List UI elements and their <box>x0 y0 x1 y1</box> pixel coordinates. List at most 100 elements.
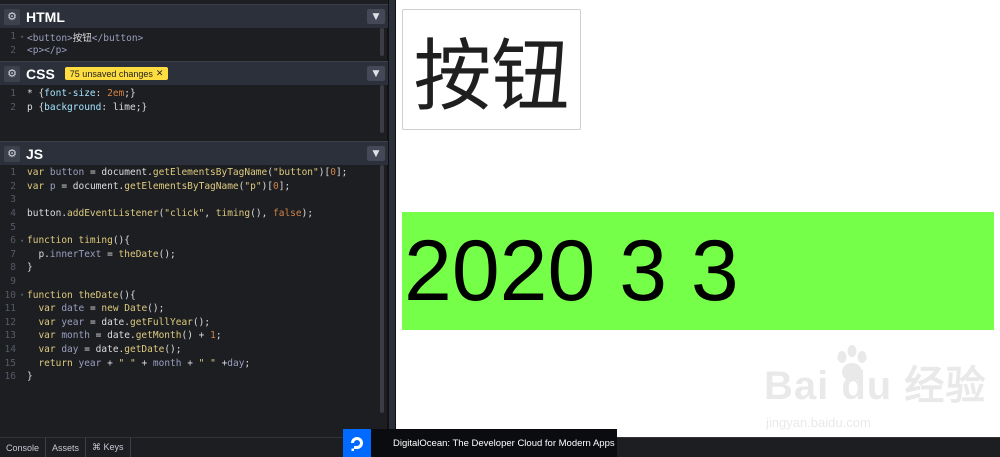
code-token: day <box>61 344 79 356</box>
unsaved-changes-badge[interactable]: 75 unsaved changes ✕ <box>64 67 169 80</box>
code-token: function <box>27 289 79 301</box>
code-token: (); <box>158 248 176 260</box>
preview-pane: 按钮 2020 3 3 Bai du 经验 jingyan.baidu.com <box>396 0 1000 437</box>
line-number: 5 <box>10 221 16 233</box>
demo-button[interactable]: 按钮 <box>402 9 581 130</box>
code-line[interactable]: 13 var month = date.getMonth() + 1; <box>0 329 387 343</box>
watermark-text: Bai du 经验 <box>764 364 987 408</box>
code-text: var button = document.getElementsByTagNa… <box>27 167 347 178</box>
code-line[interactable]: 9 <box>0 275 387 289</box>
code-token: (); <box>192 316 211 328</box>
js-code-area[interactable]: 1 var button = document.getElementsByTagN… <box>0 165 388 437</box>
gear-icon[interactable]: ⚙ <box>4 8 20 25</box>
scrollbar[interactable] <box>380 165 384 413</box>
code-token: : <box>101 101 113 113</box>
code-text: p.innerText = theDate(); <box>27 248 176 260</box>
code-line[interactable]: 2 var p = document.getElementsByTagName("… <box>0 180 387 194</box>
line-number: 8 <box>10 262 16 274</box>
chevron-down-icon[interactable]: ▼ <box>367 146 385 161</box>
code-line[interactable]: 1 ▾ <button>按钮</button> <box>0 30 387 44</box>
code-line[interactable]: 2 p {background: lime;} <box>0 101 387 115</box>
ad-text: DigitalOcean: The Developer Cloud for Mo… <box>393 437 615 449</box>
code-token: (){ <box>118 289 136 301</box>
code-token: year <box>78 357 102 369</box>
code-token: getDate <box>124 344 165 356</box>
line-number: 12 <box>4 316 16 328</box>
code-line[interactable]: 6 ▾ function timing(){ <box>0 234 387 248</box>
code-line[interactable]: 7 p.innerText = theDate(); <box>0 248 387 262</box>
console-button[interactable]: Console <box>0 438 47 457</box>
chevron-down-icon[interactable]: ▼ <box>367 9 385 24</box>
code-line[interactable]: 1 * {font-size: 2em;} <box>0 87 387 101</box>
close-icon[interactable]: ✕ <box>156 68 164 79</box>
code-token: var <box>27 316 62 328</box>
code-token: ]; <box>335 167 348 179</box>
code-token: <button> <box>27 32 73 44</box>
assets-button[interactable]: Assets <box>46 438 87 457</box>
code-line[interactable]: 4 button.addEventListener("click", timing… <box>0 207 387 221</box>
code-token: year <box>61 316 85 328</box>
code-token: function <box>27 235 79 247</box>
code-token: * { <box>27 88 45 100</box>
code-token: Date <box>124 303 148 315</box>
code-line[interactable]: 1 var button = document.getElementsByTagN… <box>0 166 387 180</box>
code-line[interactable]: 12 var year = date.getFullYear(); <box>0 316 387 330</box>
code-token: : <box>95 88 108 100</box>
code-text: <p></p> <box>27 45 67 56</box>
code-token: getMonth <box>135 330 182 342</box>
fold-arrow-icon[interactable]: ▾ <box>20 33 27 41</box>
fold-arrow-icon[interactable]: ▾ <box>20 237 27 245</box>
ad-banner[interactable]: DigitalOcean: The Developer Cloud for Mo… <box>343 429 617 457</box>
code-line[interactable]: 16} <box>0 370 387 384</box>
line-number: 11 <box>4 303 16 315</box>
code-token: <p></p> <box>27 44 68 56</box>
code-token: ; <box>215 330 222 342</box>
code-line[interactable]: 8} <box>0 261 387 275</box>
panel-resize-handle[interactable] <box>388 0 396 437</box>
code-text: var date = new Date(); <box>27 303 164 314</box>
code-token: = date. <box>78 344 125 356</box>
css-panel-header: ⚙ CSS 75 unsaved changes ✕ ▼ <box>0 61 388 85</box>
code-token: false <box>273 208 302 220</box>
code-line[interactable]: 11 var date = new Date(); <box>0 302 387 316</box>
keys-button[interactable]: ⌘ Keys <box>86 438 131 457</box>
css-code-area[interactable]: 1 * {font-size: 2em;} 2 p {background: lime… <box>0 85 388 141</box>
code-text: <button>按钮</button> <box>27 30 143 44</box>
code-token: (); <box>147 303 165 315</box>
html-code-area[interactable]: 1 ▾ <button>按钮</button> 2 <p></p> <box>0 28 388 61</box>
scrollbar[interactable] <box>380 85 384 133</box>
line-number: 7 <box>10 248 16 260</box>
panel-title: JS <box>26 145 44 162</box>
line-number: 1 <box>10 167 16 179</box>
code-token: ;} <box>124 88 136 100</box>
code-token: = <box>84 303 102 315</box>
code-token: date <box>61 303 85 315</box>
scrollbar[interactable] <box>380 28 384 56</box>
code-line[interactable]: 5 <box>0 220 387 234</box>
fold-arrow-icon[interactable]: ▾ <box>20 291 27 299</box>
line-number: 3 <box>10 194 16 206</box>
code-token: font-size <box>44 88 96 100</box>
code-line[interactable]: 10 ▾ function theDate(){ <box>0 288 387 302</box>
panel-title: HTML <box>26 8 65 25</box>
code-line[interactable]: 2 <p></p> <box>0 44 387 58</box>
code-line[interactable]: 14 var day = date.getDate(); <box>0 343 387 357</box>
code-token: return <box>27 357 79 369</box>
code-token: var <box>27 180 50 192</box>
code-token: p { <box>27 101 45 113</box>
gear-icon[interactable]: ⚙ <box>4 65 20 82</box>
gear-icon[interactable]: ⚙ <box>4 145 20 162</box>
code-token: theDate <box>78 289 119 301</box>
code-token: + <box>215 357 228 369</box>
code-line[interactable]: 3 <box>0 193 387 207</box>
code-token: "p" <box>244 180 262 192</box>
editor-column: ⚙ HTML ▼ 1 ▾ <button>按钮</button> 2 <p></p> ⚙… <box>0 0 388 437</box>
code-line[interactable]: 15 return year + " " + month + " " +day; <box>0 356 387 370</box>
code-token: = <box>101 248 119 260</box>
css-panel: ⚙ CSS 75 unsaved changes ✕ ▼ 1 * {font-si… <box>0 61 388 141</box>
code-token: month <box>61 330 90 342</box>
line-number: 4 <box>10 208 16 220</box>
panel-title: CSS <box>26 65 55 82</box>
line-number: 2 <box>10 44 16 56</box>
chevron-down-icon[interactable]: ▼ <box>367 66 385 81</box>
